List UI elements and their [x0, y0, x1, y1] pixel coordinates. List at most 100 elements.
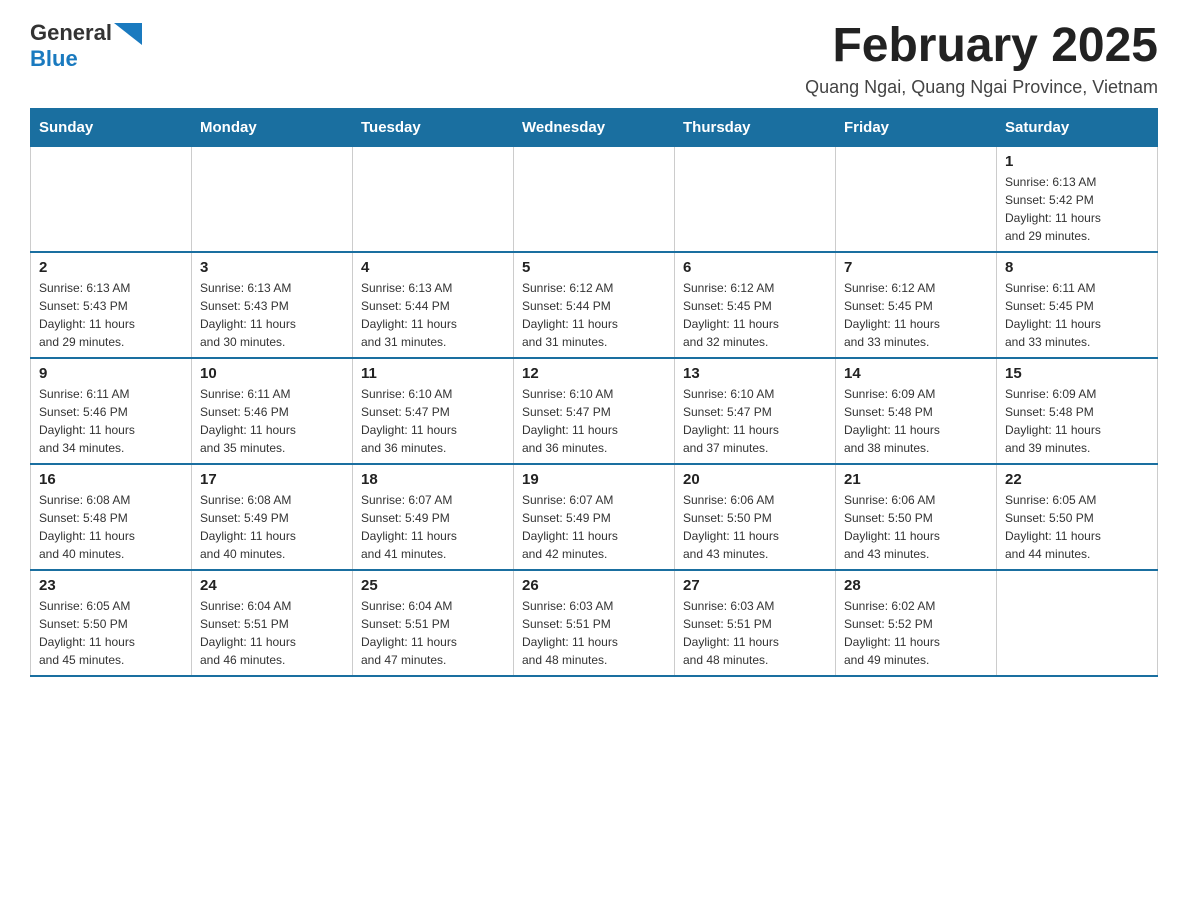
weekday-header-monday: Monday [192, 108, 353, 146]
calendar-cell: 22Sunrise: 6:05 AM Sunset: 5:50 PM Dayli… [997, 464, 1158, 570]
day-number: 18 [361, 471, 505, 488]
day-info: Sunrise: 6:08 AM Sunset: 5:48 PM Dayligh… [39, 491, 183, 563]
weekday-header-friday: Friday [836, 108, 997, 146]
day-info: Sunrise: 6:09 AM Sunset: 5:48 PM Dayligh… [1005, 385, 1149, 457]
day-number: 9 [39, 365, 183, 382]
calendar-cell: 19Sunrise: 6:07 AM Sunset: 5:49 PM Dayli… [514, 464, 675, 570]
day-number: 11 [361, 365, 505, 382]
day-number: 20 [683, 471, 827, 488]
day-info: Sunrise: 6:04 AM Sunset: 5:51 PM Dayligh… [361, 597, 505, 669]
calendar-cell: 5Sunrise: 6:12 AM Sunset: 5:44 PM Daylig… [514, 252, 675, 358]
calendar-row-2: 9 Sunrise: 6:11 AM Sunset: 5:46 PM Daylig… [31, 358, 1158, 464]
calendar-cell [192, 146, 353, 252]
day-number: 12 [522, 365, 666, 382]
calendar-cell: 13 Sunrise: 6:10 AM Sunset: 5:47 PM Dayli… [675, 358, 836, 464]
weekday-header-wednesday: Wednesday [514, 108, 675, 146]
day-number: 6 [683, 259, 827, 276]
calendar-cell: 10 Sunrise: 6:11 AM Sunset: 5:46 PM Dayli… [192, 358, 353, 464]
weekday-header-thursday: Thursday [675, 108, 836, 146]
calendar-cell [514, 146, 675, 252]
day-info: Sunrise: 6:03 AM Sunset: 5:51 PM Dayligh… [522, 597, 666, 669]
day-info: Sunrise: 6:10 AM Sunset: 5:47 PM Dayligh… [522, 385, 666, 457]
calendar-cell [997, 570, 1158, 676]
calendar-cell [675, 146, 836, 252]
calendar-cell [353, 146, 514, 252]
logo-triangle-icon [114, 23, 142, 45]
day-number: 22 [1005, 471, 1149, 488]
day-number: 27 [683, 577, 827, 594]
day-number: 1 [1005, 153, 1149, 170]
day-number: 26 [522, 577, 666, 594]
day-info: Sunrise: 6:06 AM Sunset: 5:50 PM Dayligh… [683, 491, 827, 563]
day-number: 25 [361, 577, 505, 594]
day-number: 13 [683, 365, 827, 382]
day-info: Sunrise: 6:12 AM Sunset: 5:44 PM Dayligh… [522, 279, 666, 351]
calendar-cell: 6 Sunrise: 6:12 AM Sunset: 5:45 PM Daylig… [675, 252, 836, 358]
calendar-table: SundayMondayTuesdayWednesdayThursdayFrid… [30, 108, 1158, 677]
calendar-cell: 24 Sunrise: 6:04 AM Sunset: 5:51 PM Dayli… [192, 570, 353, 676]
logo: General Blue [30, 20, 142, 72]
day-info: Sunrise: 6:05 AM Sunset: 5:50 PM Dayligh… [39, 597, 183, 669]
calendar-cell: 8 Sunrise: 6:11 AM Sunset: 5:45 PM Daylig… [997, 252, 1158, 358]
logo-general-text: General [30, 20, 112, 46]
calendar-cell: 23 Sunrise: 6:05 AM Sunset: 5:50 PM Dayli… [31, 570, 192, 676]
day-number: 10 [200, 365, 344, 382]
day-info: Sunrise: 6:10 AM Sunset: 5:47 PM Dayligh… [683, 385, 827, 457]
day-info: Sunrise: 6:08 AM Sunset: 5:49 PM Dayligh… [200, 491, 344, 563]
day-info: Sunrise: 6:02 AM Sunset: 5:52 PM Dayligh… [844, 597, 988, 669]
calendar-cell: 12 Sunrise: 6:10 AM Sunset: 5:47 PM Dayli… [514, 358, 675, 464]
weekday-header-tuesday: Tuesday [353, 108, 514, 146]
calendar-cell: 28 Sunrise: 6:02 AM Sunset: 5:52 PM Dayli… [836, 570, 997, 676]
day-info: Sunrise: 6:06 AM Sunset: 5:50 PM Dayligh… [844, 491, 988, 563]
day-info: Sunrise: 6:03 AM Sunset: 5:51 PM Dayligh… [683, 597, 827, 669]
calendar-cell: 17Sunrise: 6:08 AM Sunset: 5:49 PM Dayli… [192, 464, 353, 570]
day-number: 7 [844, 259, 988, 276]
day-number: 14 [844, 365, 988, 382]
day-info: Sunrise: 6:13 AM Sunset: 5:43 PM Dayligh… [39, 279, 183, 351]
calendar-cell: 25 Sunrise: 6:04 AM Sunset: 5:51 PM Dayli… [353, 570, 514, 676]
day-info: Sunrise: 6:13 AM Sunset: 5:43 PM Dayligh… [200, 279, 344, 351]
calendar-cell: 7 Sunrise: 6:12 AM Sunset: 5:45 PM Daylig… [836, 252, 997, 358]
day-number: 21 [844, 471, 988, 488]
day-info: Sunrise: 6:07 AM Sunset: 5:49 PM Dayligh… [522, 491, 666, 563]
calendar-cell: 16Sunrise: 6:08 AM Sunset: 5:48 PM Dayli… [31, 464, 192, 570]
calendar-row-0: 1Sunrise: 6:13 AM Sunset: 5:42 PM Daylig… [31, 146, 1158, 252]
day-number: 23 [39, 577, 183, 594]
calendar-cell [836, 146, 997, 252]
day-number: 3 [200, 259, 344, 276]
calendar-cell: 27 Sunrise: 6:03 AM Sunset: 5:51 PM Dayli… [675, 570, 836, 676]
title-section: February 2025 Quang Ngai, Quang Ngai Pro… [805, 20, 1158, 98]
calendar-cell: 14 Sunrise: 6:09 AM Sunset: 5:48 PM Dayli… [836, 358, 997, 464]
calendar-cell: 1Sunrise: 6:13 AM Sunset: 5:42 PM Daylig… [997, 146, 1158, 252]
day-info: Sunrise: 6:04 AM Sunset: 5:51 PM Dayligh… [200, 597, 344, 669]
calendar-cell: 9 Sunrise: 6:11 AM Sunset: 5:46 PM Daylig… [31, 358, 192, 464]
location-subtitle: Quang Ngai, Quang Ngai Province, Vietnam [805, 77, 1158, 98]
calendar-cell: 21 Sunrise: 6:06 AM Sunset: 5:50 PM Dayli… [836, 464, 997, 570]
calendar-cell: 4 Sunrise: 6:13 AM Sunset: 5:44 PM Daylig… [353, 252, 514, 358]
weekday-header-row: SundayMondayTuesdayWednesdayThursdayFrid… [31, 108, 1158, 146]
calendar-cell: 15 Sunrise: 6:09 AM Sunset: 5:48 PM Dayli… [997, 358, 1158, 464]
calendar-cell: 18Sunrise: 6:07 AM Sunset: 5:49 PM Dayli… [353, 464, 514, 570]
day-number: 28 [844, 577, 988, 594]
weekday-header-sunday: Sunday [31, 108, 192, 146]
day-number: 24 [200, 577, 344, 594]
day-number: 4 [361, 259, 505, 276]
day-info: Sunrise: 6:11 AM Sunset: 5:46 PM Dayligh… [39, 385, 183, 457]
calendar-row-1: 2Sunrise: 6:13 AM Sunset: 5:43 PM Daylig… [31, 252, 1158, 358]
day-info: Sunrise: 6:12 AM Sunset: 5:45 PM Dayligh… [683, 279, 827, 351]
weekday-header-saturday: Saturday [997, 108, 1158, 146]
calendar-row-3: 16Sunrise: 6:08 AM Sunset: 5:48 PM Dayli… [31, 464, 1158, 570]
day-info: Sunrise: 6:11 AM Sunset: 5:46 PM Dayligh… [200, 385, 344, 457]
calendar-row-4: 23 Sunrise: 6:05 AM Sunset: 5:50 PM Dayli… [31, 570, 1158, 676]
day-number: 8 [1005, 259, 1149, 276]
logo-blue-text: Blue [30, 46, 78, 71]
day-info: Sunrise: 6:09 AM Sunset: 5:48 PM Dayligh… [844, 385, 988, 457]
day-number: 15 [1005, 365, 1149, 382]
day-info: Sunrise: 6:10 AM Sunset: 5:47 PM Dayligh… [361, 385, 505, 457]
month-title: February 2025 [805, 20, 1158, 73]
calendar-cell [31, 146, 192, 252]
day-info: Sunrise: 6:13 AM Sunset: 5:44 PM Dayligh… [361, 279, 505, 351]
calendar-cell: 11 Sunrise: 6:10 AM Sunset: 5:47 PM Dayli… [353, 358, 514, 464]
day-info: Sunrise: 6:12 AM Sunset: 5:45 PM Dayligh… [844, 279, 988, 351]
day-info: Sunrise: 6:11 AM Sunset: 5:45 PM Dayligh… [1005, 279, 1149, 351]
